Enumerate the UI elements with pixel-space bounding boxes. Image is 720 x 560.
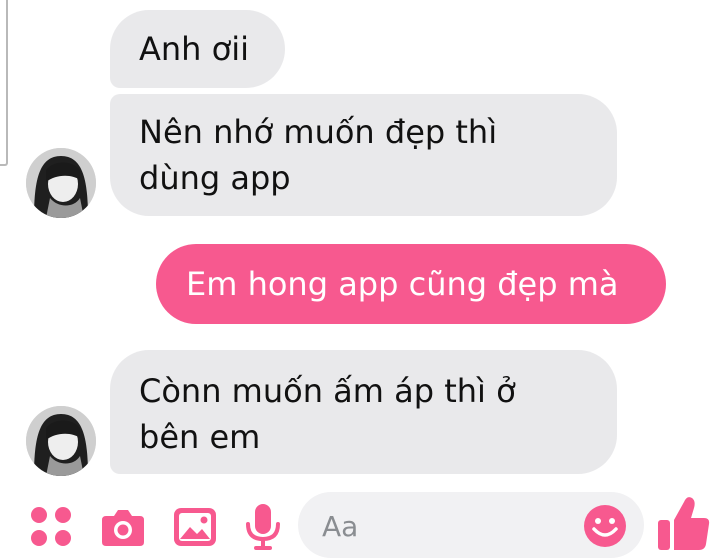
message-input[interactable]	[320, 502, 574, 550]
gallery-button[interactable]	[170, 502, 220, 550]
message-composer	[0, 482, 720, 560]
contact-avatar[interactable]	[26, 148, 96, 218]
message-text-line: dùng app	[139, 159, 291, 197]
message-text: Anh ơii	[139, 30, 249, 68]
voice-message-button[interactable]	[238, 502, 288, 550]
incoming-message-bubble: Anh ơii	[110, 10, 285, 88]
emoji-button[interactable]	[582, 503, 628, 549]
message-text-line: bên em	[139, 418, 261, 456]
emoji-icon	[584, 505, 626, 547]
message-text: Em hong app cũng đẹp mà	[186, 265, 619, 303]
avatar-image	[26, 148, 96, 218]
outgoing-message-bubble: Em hong app cũng đẹp mà	[156, 244, 666, 324]
message-text-line: Nên nhớ muốn đẹp thì	[139, 113, 498, 151]
avatar-image	[26, 406, 96, 476]
incoming-message-bubble: Nên nhớ muốn đẹp thì dùng app	[110, 94, 617, 216]
incoming-message-bubble: Cònn muốn ấm áp thì ở bên em	[110, 350, 617, 474]
message-input-container[interactable]	[298, 492, 644, 558]
camera-icon	[102, 510, 144, 546]
contact-avatar[interactable]	[26, 406, 96, 476]
camera-button[interactable]	[98, 502, 148, 550]
gallery-icon	[174, 508, 216, 546]
message-text-line: Cònn muốn ấm áp thì ở	[139, 372, 516, 410]
more-apps-icon	[31, 507, 71, 546]
like-button[interactable]	[656, 492, 712, 554]
thumbs-up-icon	[658, 497, 710, 550]
more-apps-button[interactable]	[26, 502, 76, 550]
microphone-icon	[246, 504, 280, 550]
previous-panel-edge	[0, 0, 8, 166]
